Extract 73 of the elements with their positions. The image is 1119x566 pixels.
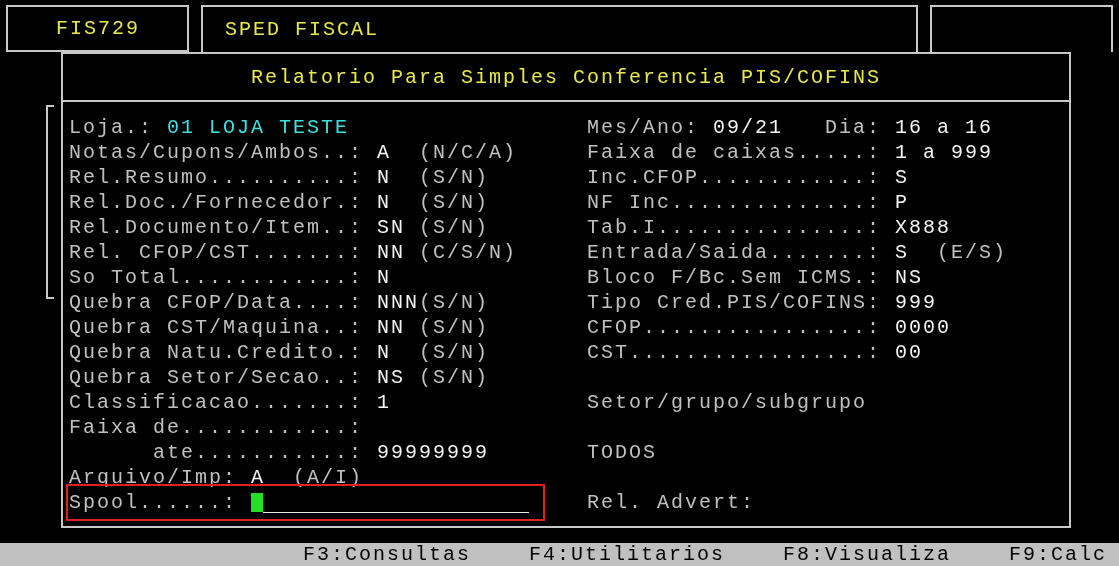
field-value: A: [377, 141, 393, 164]
field-hint: (S/N): [419, 291, 490, 314]
field-label: Dia:: [825, 116, 882, 139]
field-label: Quebra CST/Maquina..:: [69, 316, 364, 339]
function-key[interactable]: F3:Consultas: [302, 543, 471, 566]
function-key[interactable]: F8:Visualiza: [782, 543, 951, 566]
field-hint: (C/S/N): [419, 241, 518, 264]
field-hint: (S/N): [419, 316, 490, 339]
field-hint: (S/N): [419, 366, 490, 389]
field-label: Rel.Resumo..........:: [69, 166, 364, 189]
function-key[interactable]: F4:Utilitarios: [528, 543, 725, 566]
field-label: TODOS: [587, 441, 657, 464]
field-label: ate...........:: [153, 441, 364, 464]
field-label: CST.................:: [587, 341, 882, 364]
field-label: Rel.Doc./Fornecedor.:: [69, 191, 364, 214]
field-value: NN: [377, 241, 407, 264]
field-value: NNN: [377, 291, 420, 314]
field-label: Inc.CFOP............:: [587, 166, 882, 189]
field-hint: (S/N): [419, 166, 490, 189]
field-value: NS: [377, 366, 407, 389]
field-value: 999: [895, 291, 938, 314]
field-value: NN: [377, 316, 407, 339]
field-hint: (S/N): [419, 216, 490, 239]
field-label: Loja.:: [69, 116, 153, 139]
field-value: N: [377, 266, 393, 289]
field-label: Rel.Documento/Item..:: [69, 216, 364, 239]
field-label: Tab.I...............:: [587, 216, 882, 239]
field-hint: (N/C/A): [419, 141, 518, 164]
field-label: Rel. Advert:: [587, 491, 756, 514]
field-value: 0000: [895, 316, 952, 339]
field-value: 99999999: [377, 441, 490, 464]
field-value: 01 LOJA TESTE: [167, 116, 350, 139]
field-label: Spool......:: [69, 491, 238, 514]
field-value: 00: [895, 341, 925, 364]
field-label: Arquivo/Imp:: [69, 466, 238, 489]
field-label: CFOP................:: [587, 316, 882, 339]
field-value: P: [895, 191, 911, 214]
field-value: A: [251, 466, 267, 489]
field-label: Setor/grupo/subgrupo: [587, 391, 868, 414]
field-label: Faixa de caixas.....:: [587, 141, 882, 164]
field-label: Notas/Cupons/Ambos..:: [69, 141, 364, 164]
field-hint: (S/N): [419, 341, 490, 364]
field-label: Bloco F/Bc.Sem ICMS.:: [587, 266, 882, 289]
field-label: Entrada/Saida.......:: [587, 241, 882, 264]
field-value: S: [895, 241, 911, 264]
program-code: FIS729: [56, 17, 140, 40]
field-value: NS: [895, 266, 925, 289]
field-value: N: [377, 166, 393, 189]
field-label: Classificacao.......:: [69, 391, 364, 414]
field-label: So Total............:: [69, 266, 364, 289]
function-key[interactable]: F9:Calc: [1009, 543, 1107, 566]
field-label: Quebra Natu.Credito.:: [69, 341, 364, 364]
field-label: NF Inc..............:: [587, 191, 882, 214]
field-label: Tipo Cred.PIS/COFINS:: [587, 291, 882, 314]
field-label: Faixa de............:: [69, 416, 364, 439]
field-hint: (E/S): [937, 241, 1008, 264]
field-hint: (A/I): [293, 466, 364, 489]
field-value: 1: [377, 391, 393, 414]
field-value: X888: [895, 216, 952, 239]
field-label: Quebra CFOP/Data....:: [69, 291, 364, 314]
field-value: N: [377, 341, 393, 364]
field-label: Rel. CFOP/CST.......:: [69, 241, 364, 264]
panel-title: Relatorio Para Simples Conferencia PIS/COFINS: [250, 65, 882, 89]
field-hint: (S/N): [419, 191, 490, 214]
field-value: 09/21: [713, 116, 784, 139]
field-label: Quebra Setor/Secao..:: [69, 366, 364, 389]
module-title: SPED FISCAL: [225, 18, 380, 41]
field-label: Mes/Ano:: [587, 116, 699, 139]
field-value: S: [895, 166, 911, 189]
field-value: 1 a 999: [895, 141, 994, 164]
field-value: 16 a 16: [895, 116, 994, 139]
field-value: N: [377, 191, 393, 214]
field-value: SN: [377, 216, 407, 239]
